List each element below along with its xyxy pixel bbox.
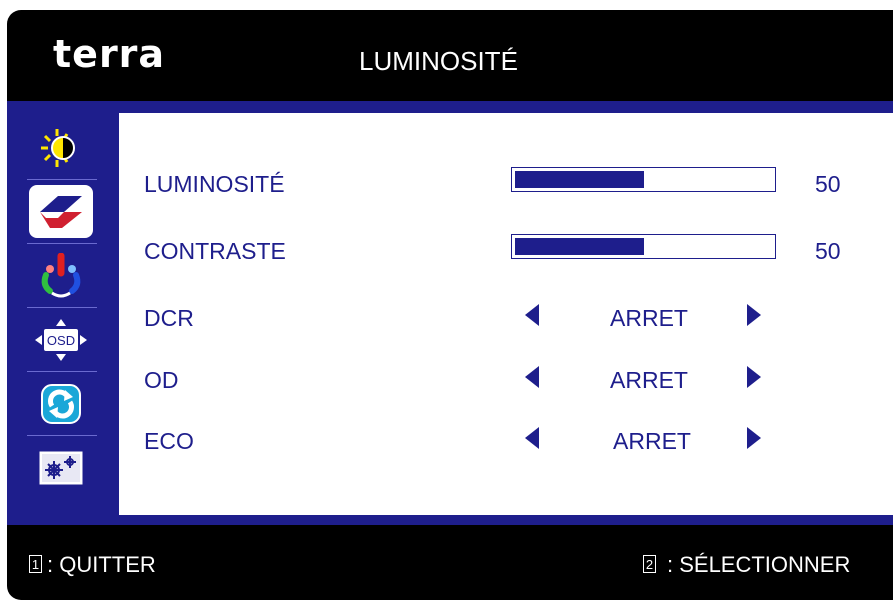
extra-settings-icon xyxy=(39,451,83,484)
reset-icon xyxy=(41,383,81,424)
brightness-value: 50 xyxy=(815,171,841,197)
sidebar-item-reset[interactable] xyxy=(29,377,93,430)
dcr-right-arrow-icon[interactable] xyxy=(747,304,761,326)
sidebar-divider xyxy=(27,435,97,436)
dcr-label: DCR xyxy=(144,305,194,331)
brightness-slider[interactable] xyxy=(511,167,776,192)
sidebar-divider xyxy=(27,371,97,372)
od-value: ARRET xyxy=(610,367,688,393)
brightness-label: LUMINOSITÉ xyxy=(144,171,285,197)
sidebar-divider xyxy=(27,307,97,308)
header-divider xyxy=(7,101,893,113)
image-setup-icon xyxy=(40,195,82,228)
dcr-left-arrow-icon[interactable] xyxy=(525,304,539,326)
contrast-value: 50 xyxy=(815,238,841,264)
osd-header: terra LUMINOSITÉ xyxy=(7,10,893,101)
select-hint: : SÉLECTIONNER xyxy=(667,552,851,577)
contrast-row[interactable]: CONTRASTE 50 xyxy=(119,230,893,270)
brightness-row[interactable]: LUMINOSITÉ 50 xyxy=(119,163,893,203)
osd-menu: terra LUMINOSITÉ OSD LUMINOSITÉ 50 CONTR… xyxy=(7,10,893,600)
contrast-label: CONTRASTE xyxy=(144,238,286,264)
dcr-value: ARRET xyxy=(610,305,688,331)
osd-footer: 1 : QUITTER 2 : SÉLECTIONNER xyxy=(7,525,893,600)
sidebar-item-color-setup[interactable] xyxy=(29,249,93,302)
od-label: OD xyxy=(144,367,179,393)
dcr-row[interactable]: DCR ARRET xyxy=(119,297,893,337)
sidebar-item-osd-setup[interactable]: OSD xyxy=(29,313,93,366)
eco-label: ECO xyxy=(144,428,194,454)
od-row[interactable]: OD ARRET xyxy=(119,359,893,399)
od-right-arrow-icon[interactable] xyxy=(747,366,761,388)
sidebar-item-brightness[interactable] xyxy=(29,121,93,174)
eco-row[interactable]: ECO ARRET xyxy=(119,420,893,460)
settings-panel: LUMINOSITÉ 50 CONTRASTE 50 DCR ARRET OD … xyxy=(119,113,893,515)
sidebar-item-extra-settings[interactable] xyxy=(29,441,93,494)
brightness-slider-fill xyxy=(515,171,644,188)
quit-hint: : QUITTER xyxy=(47,552,156,577)
sidebar-divider xyxy=(27,243,97,244)
sidebar-divider xyxy=(27,179,97,180)
page-title: LUMINOSITÉ xyxy=(359,46,518,76)
sidebar: OSD xyxy=(7,113,119,515)
eco-left-arrow-icon[interactable] xyxy=(525,427,539,449)
osd-setup-icon: OSD xyxy=(35,318,87,361)
footer-divider xyxy=(7,515,893,525)
key-2-icon: 2 xyxy=(643,555,656,573)
osd-icon-label: OSD xyxy=(47,333,75,348)
contrast-slider[interactable] xyxy=(511,234,776,259)
contrast-slider-fill xyxy=(515,238,644,255)
color-setup-icon xyxy=(41,252,81,297)
eco-value: ARRET xyxy=(613,428,691,454)
terra-logo: terra xyxy=(53,32,166,76)
eco-right-arrow-icon[interactable] xyxy=(747,427,761,449)
key-1-icon: 1 xyxy=(29,555,42,573)
brightness-icon xyxy=(41,128,75,167)
od-left-arrow-icon[interactable] xyxy=(525,366,539,388)
sidebar-item-image-setup[interactable] xyxy=(29,185,93,238)
